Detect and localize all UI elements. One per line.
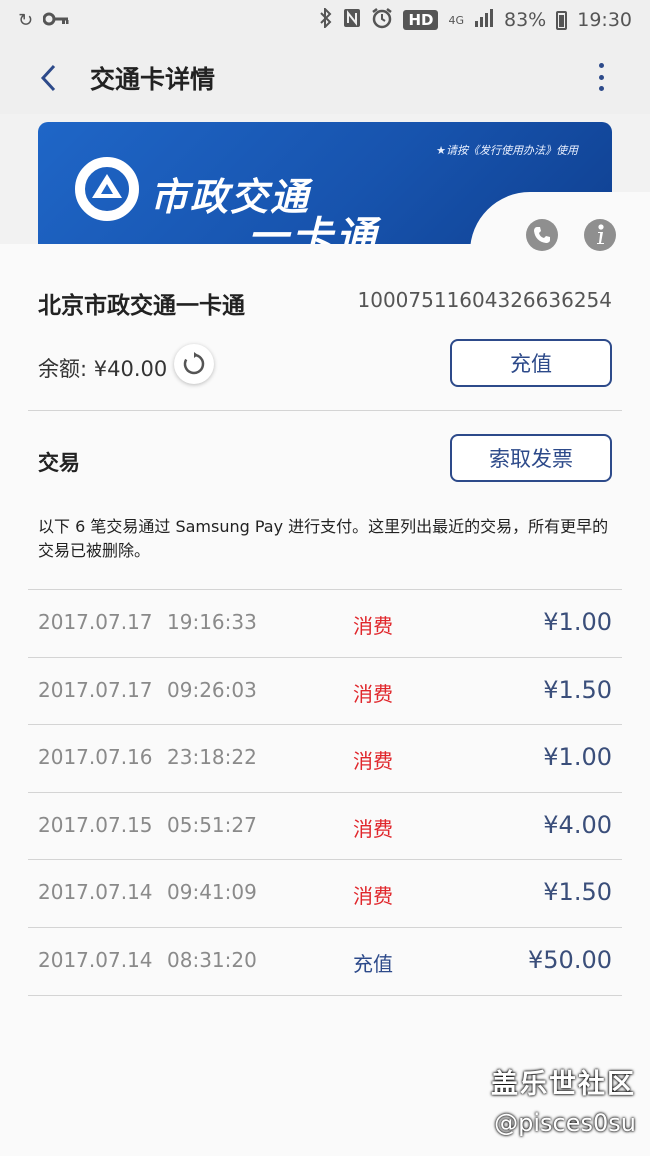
- app-header: 交通卡详情: [0, 40, 650, 114]
- key-icon: [42, 10, 69, 31]
- bluetooth-icon: [319, 6, 333, 33]
- transaction-list: 2017.07.17 19:16:33 消费 ¥1.00 2017.07.17 09:26…: [28, 589, 622, 996]
- transaction-time: 05:51:27: [167, 812, 257, 837]
- transaction-type: 消费: [353, 749, 393, 774]
- transaction-row[interactable]: 2017.07.14 09:41:09 消费 ¥1.50: [28, 860, 622, 928]
- transaction-type: 消费: [353, 816, 393, 841]
- chevron-left-icon: [40, 64, 56, 92]
- transaction-type: 充值: [353, 951, 393, 976]
- watermark-line1: 盖乐世社区: [491, 1069, 636, 1100]
- card-logo-icon: [75, 157, 139, 221]
- transaction-row[interactable]: 2017.07.17 19:16:33 消费 ¥1.00: [28, 590, 622, 658]
- more-dot: [598, 74, 604, 80]
- transaction-amount: ¥1.50: [543, 675, 612, 704]
- transaction-type: 消费: [353, 614, 393, 638]
- transaction-time: 09:41:09: [167, 880, 257, 905]
- sync-icon: ↻: [18, 9, 34, 31]
- card-number: 10007511604326636254: [357, 288, 613, 312]
- transaction-type: 消费: [353, 681, 393, 706]
- transaction-amount: ¥4.00: [543, 810, 612, 839]
- watermark-line2: @pisces0su: [494, 1109, 636, 1137]
- transaction-rows: 2017.07.17 19:16:33 消费 ¥1.00 2017.07.17 09:26…: [28, 590, 622, 996]
- transactions-note: 以下 6 笔交易通过 Samsung Pay 进行支付。这里列出最近的交易，所有…: [38, 517, 609, 560]
- transaction-amount: ¥1.00: [543, 743, 612, 772]
- card-name: 北京市政交通一卡通: [38, 293, 245, 319]
- transaction-time: 19:16:33: [167, 610, 257, 634]
- back-button[interactable]: [28, 58, 68, 98]
- alarm-icon: [371, 7, 393, 34]
- transaction-time: 23:18:22: [167, 745, 257, 770]
- transaction-row[interactable]: 2017.07.17 09:26:03 消费 ¥1.50: [28, 658, 622, 726]
- transaction-amount: ¥1.00: [543, 608, 612, 636]
- transaction-amount: ¥50.00: [528, 945, 612, 974]
- nfc-icon: [343, 8, 361, 33]
- transaction-time: 08:31:20: [167, 947, 257, 972]
- status-left: ↻: [18, 10, 69, 31]
- balance-label: 余额: ¥40.00: [38, 357, 168, 381]
- info-icon: [597, 224, 604, 244]
- status-right: HD 4G 83% 19:30: [319, 6, 632, 34]
- signal-icon: [474, 8, 494, 32]
- network-type: 4G: [448, 13, 464, 27]
- card-actions: [526, 219, 616, 251]
- transaction-time: 09:26:03: [167, 677, 257, 702]
- transactions-heading: 交易: [38, 451, 80, 475]
- transaction-type: 消费: [353, 884, 393, 909]
- transaction-amount: ¥1.50: [543, 878, 612, 907]
- transaction-date: 2017.07.17: [38, 610, 153, 634]
- watermark: 盖乐世社区 @pisces0su: [491, 1062, 636, 1137]
- card-note: ★请按《发行使用办法》使用: [436, 144, 578, 157]
- recharge-button[interactable]: 充值: [450, 339, 612, 387]
- info-button[interactable]: [584, 219, 616, 251]
- transaction-row[interactable]: 2017.07.15 05:51:27 消费 ¥4.00: [28, 793, 622, 861]
- phone-icon: [534, 227, 550, 243]
- transaction-date: 2017.07.14: [38, 880, 153, 905]
- refresh-balance-button[interactable]: [174, 344, 214, 384]
- transaction-row[interactable]: 2017.07.14 08:31:20 充值 ¥50.00: [28, 928, 622, 996]
- refresh-icon: [183, 352, 205, 375]
- transaction-row[interactable]: 2017.07.16 23:18:22 消费 ¥1.00: [28, 725, 622, 793]
- transaction-date: 2017.07.16: [38, 745, 153, 770]
- clock: 19:30: [577, 9, 632, 31]
- more-options-button[interactable]: [586, 60, 616, 94]
- battery-icon: [556, 10, 568, 30]
- transaction-date: 2017.07.15: [38, 812, 153, 837]
- status-bar: ↻ HD 4G 83% 19:30: [0, 0, 650, 40]
- divider: [28, 410, 622, 411]
- transaction-date: 2017.07.17: [38, 677, 153, 702]
- transaction-date: 2017.07.14: [38, 947, 153, 972]
- phone-button[interactable]: [526, 219, 558, 251]
- request-invoice-button[interactable]: 索取发票: [450, 434, 612, 482]
- page-title: 交通卡详情: [90, 65, 216, 94]
- more-dot: [598, 86, 604, 91]
- more-vertical-icon: [598, 63, 604, 68]
- hd-badge: HD: [403, 10, 439, 30]
- battery-percent: 83%: [504, 9, 547, 31]
